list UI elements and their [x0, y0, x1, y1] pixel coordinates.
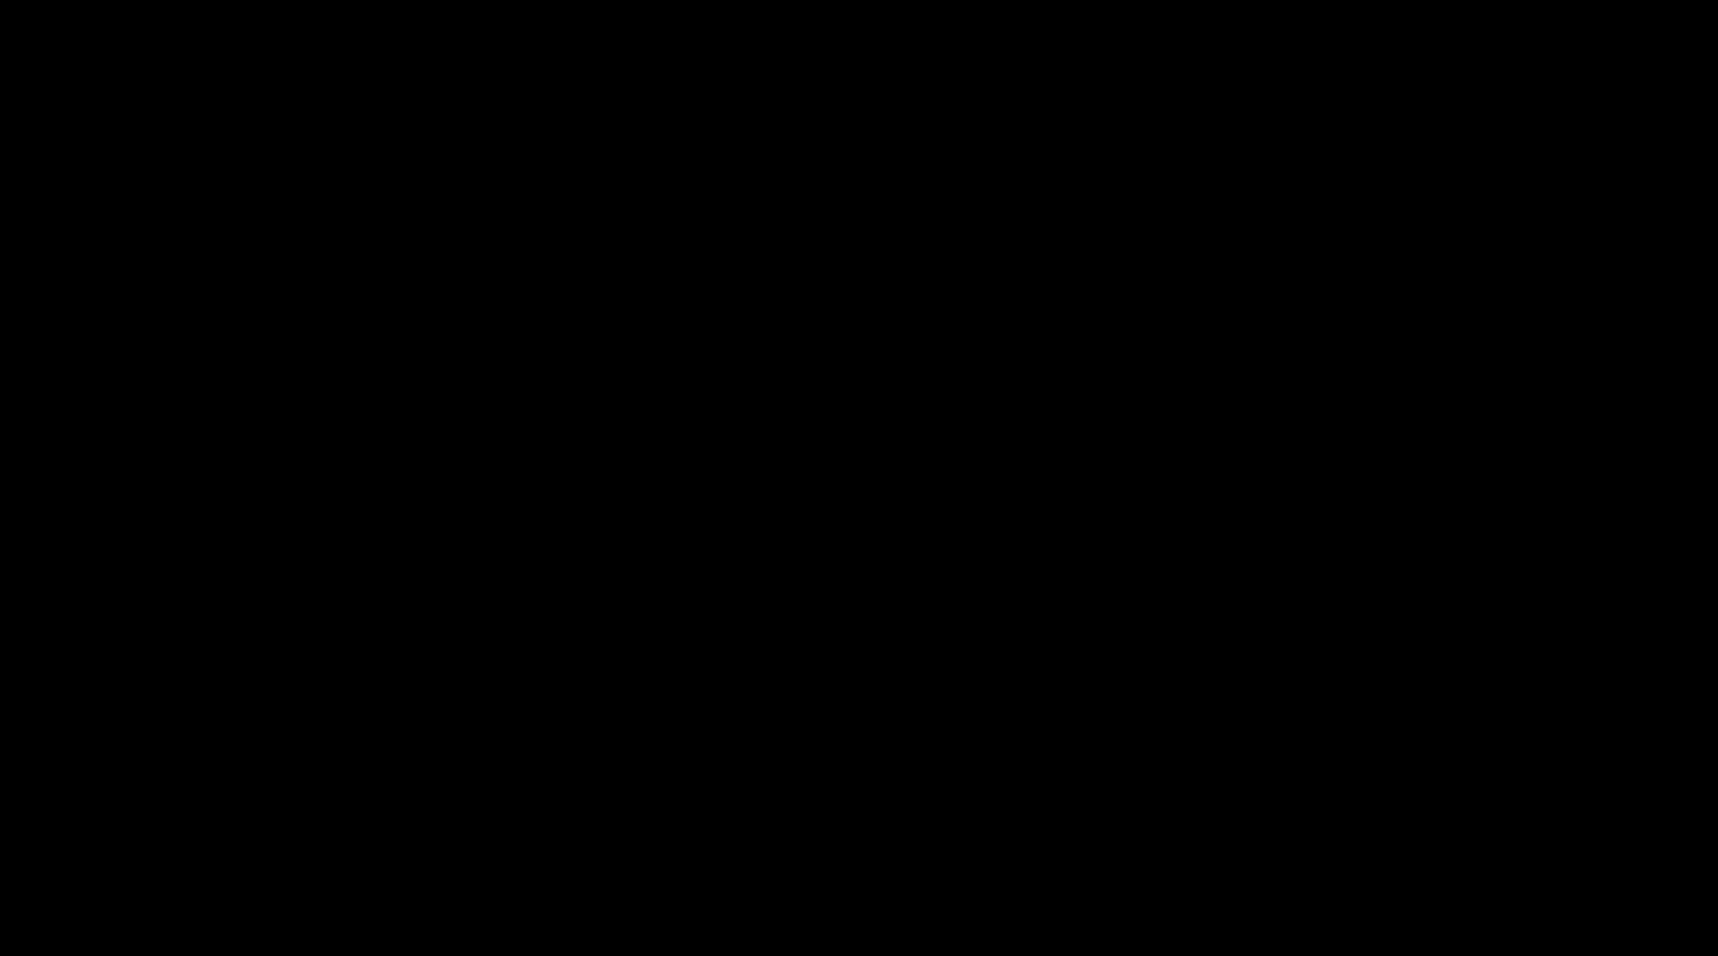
placeholder: x	[8, 8, 1710, 26]
